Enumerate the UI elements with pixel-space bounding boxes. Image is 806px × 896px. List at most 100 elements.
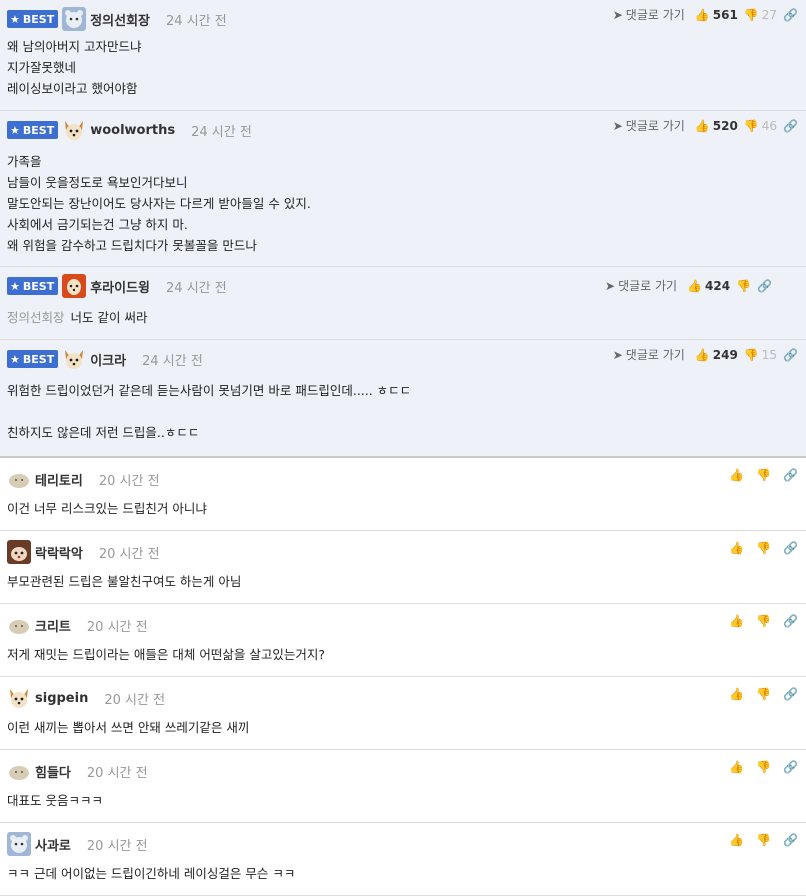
share-link-button[interactable]: 🔗 xyxy=(783,119,798,133)
author-name[interactable]: 사과로 xyxy=(35,835,71,854)
link-icon: 🔗 xyxy=(757,278,772,293)
go-to-reply-link[interactable]: ➤ 댓글로 가기 xyxy=(613,6,685,23)
go-to-reply-link[interactable]: ➤ 댓글로 가기 xyxy=(613,117,685,134)
arrow-icon: ➤ xyxy=(612,347,623,362)
comment-item: sigpein 20 시간 전 👍 👎 🔗 이런 새끼는 뽑아서 쓰면 안돼 쓰… xyxy=(0,677,806,750)
comment-item: 사과로 20 시간 전 👍 👎 🔗 ㅋㅋ 근데 어이없는 드립이긴하네 레이싱걸… xyxy=(0,823,806,896)
comment-time: 24 시간 전 xyxy=(166,13,227,29)
share-link-button[interactable]: 🔗 xyxy=(783,348,798,362)
author-name[interactable]: 힘들다 xyxy=(35,762,71,781)
comment-item: 크리트 20 시간 전 👍 👎 🔗 저게 재밋는 드립이라는 애들은 대체 어떤… xyxy=(0,604,806,677)
downvote-button[interactable]: 👎 15 xyxy=(744,348,777,362)
mention[interactable]: 정의선회장 xyxy=(7,310,65,325)
comment-item: 락락락악 20 시간 전 👍 👎 🔗 부모관련된 드립은 불알친구여도 하는게 … xyxy=(0,531,806,604)
thumbs-down-icon: 👎 xyxy=(756,833,772,847)
upvote-button[interactable]: 👍 424 xyxy=(687,279,730,293)
dog-avatar[interactable] xyxy=(62,118,86,142)
share-link-button[interactable]: 🔗 xyxy=(783,760,798,774)
thumbs-up-icon: 👍 xyxy=(694,7,710,22)
best-comment: ★ BEST woolworths 24 시간 전 ➤ 댓글로 가기 👍 520 👎 4… xyxy=(0,111,806,267)
author-name[interactable]: 이크라 xyxy=(90,350,126,369)
author-name[interactable]: 테리토리 xyxy=(35,470,83,489)
downvote-button[interactable]: 👎 xyxy=(756,760,771,774)
downvote-button[interactable]: 👎 xyxy=(756,614,771,628)
star-icon: ★ xyxy=(10,12,20,26)
fire-dog-avatar[interactable] xyxy=(62,274,87,298)
best-badge: ★ BEST xyxy=(7,350,59,368)
upvote-button[interactable]: 👍 xyxy=(729,760,744,774)
arrow-icon: ➤ xyxy=(612,118,623,133)
share-link-button[interactable]: 🔗 xyxy=(783,614,798,628)
bear-avatar[interactable] xyxy=(7,832,31,856)
bear-avatar[interactable] xyxy=(62,7,87,31)
thumbs-down-icon: 👎 xyxy=(743,118,759,133)
downvote-button[interactable]: 👎 xyxy=(756,687,771,701)
author-name[interactable]: 정의선회장 xyxy=(90,10,150,29)
upvote-button[interactable]: 👍 xyxy=(729,468,744,482)
author-name[interactable]: 크리트 xyxy=(35,616,71,635)
link-icon: 🔗 xyxy=(783,541,798,555)
comment-list: ★ BEST 정의선회장 24 시간 전 ➤ 댓글로 가기 👍 561 👎 27 🔗 왜… xyxy=(0,0,806,896)
link-icon: 🔗 xyxy=(783,760,798,774)
share-link-button[interactable]: 🔗 xyxy=(783,468,798,482)
link-icon: 🔗 xyxy=(783,118,798,133)
link-icon: 🔗 xyxy=(783,347,798,362)
comment-time: 20 시간 전 xyxy=(86,765,148,781)
downvote-button[interactable]: 👎 xyxy=(756,833,771,847)
thumbs-down-icon: 👎 xyxy=(756,468,772,482)
dog-avatar[interactable] xyxy=(7,686,31,710)
comment-item: 테리토리 20 시간 전 👍 👎 🔗 이건 너무 리스크있는 드립친거 아니냐 xyxy=(0,458,806,531)
go-to-reply-link[interactable]: ➤ 댓글로 가기 xyxy=(605,277,677,294)
upvote-button[interactable]: 👍 520 xyxy=(695,119,738,133)
comment-text: 대표도 웃음ㅋㅋㅋ xyxy=(7,793,103,808)
thumbs-up-icon: 👍 xyxy=(729,614,745,628)
downvote-button[interactable]: 👎 46 xyxy=(744,119,777,133)
blob-avatar[interactable] xyxy=(7,613,31,637)
blob-avatar[interactable] xyxy=(7,759,31,783)
thumbs-up-icon: 👍 xyxy=(729,541,745,555)
downvote-button[interactable]: 👎 xyxy=(736,279,751,293)
comment-text: 위험한 드립이었던거 같은데 듣는사람이 못넘기면 바로 패드립인데..... … xyxy=(7,383,412,440)
comment-time: 24 시간 전 xyxy=(191,124,252,140)
comment-text: 저게 재밋는 드립이라는 애들은 대체 어떤삶을 살고있는거지? xyxy=(7,647,325,662)
share-link-button[interactable]: 🔗 xyxy=(783,687,798,701)
link-icon: 🔗 xyxy=(783,468,798,482)
downvote-button[interactable]: 👎 xyxy=(756,468,771,482)
downvote-button[interactable]: 👎 xyxy=(756,541,771,555)
author-name[interactable]: sigpein xyxy=(35,691,88,706)
author-name[interactable]: woolworths xyxy=(90,123,175,138)
share-link-button[interactable]: 🔗 xyxy=(783,833,798,847)
author-name[interactable]: 락락락악 xyxy=(35,543,83,562)
thumbs-up-icon: 👍 xyxy=(687,278,703,293)
thumbs-down-icon: 👎 xyxy=(756,760,772,774)
author-name[interactable]: 후라이드윙 xyxy=(90,277,150,296)
dog-avatar[interactable] xyxy=(62,347,86,371)
upvote-button[interactable]: 👍 xyxy=(729,687,744,701)
best-badge: ★ BEST xyxy=(7,121,59,139)
blob-avatar[interactable] xyxy=(7,467,31,491)
thumbs-up-icon: 👍 xyxy=(694,118,710,133)
upvote-button[interactable]: 👍 xyxy=(729,614,744,628)
downvote-button[interactable]: 👎 27 xyxy=(744,8,777,22)
thumbs-up-icon: 👍 xyxy=(694,347,710,362)
thumbs-down-icon: 👎 xyxy=(756,614,772,628)
comment-time: 20 시간 전 xyxy=(98,473,160,489)
upvote-button[interactable]: 👍 xyxy=(729,833,744,847)
upvote-button[interactable]: 👍 249 xyxy=(695,348,738,362)
upvote-button[interactable]: 👍 561 xyxy=(695,8,738,22)
thumbs-down-icon: 👎 xyxy=(756,687,772,701)
share-link-button[interactable]: 🔗 xyxy=(757,279,772,293)
best-comment: ★ BEST 정의선회장 24 시간 전 ➤ 댓글로 가기 👍 561 👎 27 🔗 왜… xyxy=(0,0,806,111)
comment-text: 정의선회장 너도 같이 써라 xyxy=(7,310,148,325)
pug-avatar[interactable] xyxy=(7,540,31,564)
arrow-icon: ➤ xyxy=(605,278,616,293)
best-badge: ★ BEST xyxy=(7,277,59,295)
upvote-button[interactable]: 👍 xyxy=(729,541,744,555)
star-icon: ★ xyxy=(10,352,20,366)
share-link-button[interactable]: 🔗 xyxy=(783,8,798,22)
go-to-reply-link[interactable]: ➤ 댓글로 가기 xyxy=(613,346,685,363)
best-comment: ★ BEST 후라이드윙 24 시간 전 ➤ 댓글로 가기 👍 424 👎 🔗 정의선… xyxy=(0,267,806,340)
comment-text: ㅋㅋ 근데 어이없는 드립이긴하네 레이싱걸은 무슨 ㅋㅋ xyxy=(7,866,296,881)
share-link-button[interactable]: 🔗 xyxy=(783,541,798,555)
comment-time: 20 시간 전 xyxy=(86,838,148,854)
